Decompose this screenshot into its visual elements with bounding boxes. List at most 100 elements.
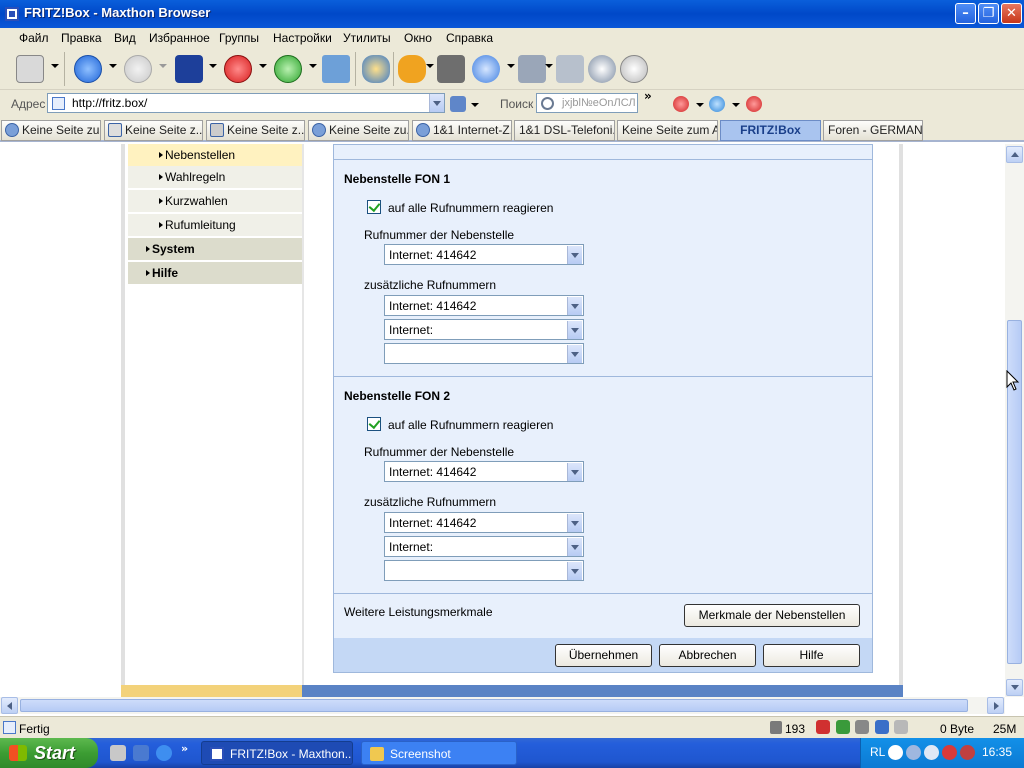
tab-4[interactable]: Keine Seite zu... [308,120,409,141]
chevron-down-icon[interactable] [109,64,117,68]
back-icon[interactable] [74,55,102,83]
quicklaunch-ie-icon[interactable] [156,745,172,761]
home-icon[interactable] [322,55,350,83]
tray-arrow-icon[interactable] [888,745,903,760]
chevron-down-icon[interactable] [567,321,582,339]
tray-volume-icon[interactable] [924,745,939,760]
features-button[interactable]: Merkmale der Nebenstellen [684,604,860,627]
fon1-all-numbers-checkbox[interactable] [367,200,381,214]
proxy-icon[interactable] [472,55,500,83]
address-input[interactable]: http://fritz.box/ [47,93,445,113]
tab-2[interactable]: Keine Seite z... [104,120,203,141]
minimize-button[interactable]: – [955,3,976,24]
chevron-down-icon[interactable] [507,64,515,68]
status-security-icon[interactable] [836,720,850,734]
chevron-down-icon[interactable] [567,297,582,315]
quicklaunch-more-icon[interactable]: » [181,742,188,755]
scroll-left-icon[interactable] [1,697,18,714]
timer-icon[interactable] [620,55,648,83]
nav-item-kurzwahlen[interactable]: Kurzwahlen [128,190,302,212]
menu-tools[interactable]: Утилиты [343,31,391,45]
horizontal-scroll-thumb[interactable] [20,699,968,712]
tab-1[interactable]: Keine Seite zu... [1,120,101,141]
chevron-down-icon[interactable] [545,64,553,68]
scroll-right-icon[interactable] [987,697,1004,714]
chevron-down-icon[interactable] [696,103,704,107]
fon2-extra-select-2[interactable]: Internet: [384,536,584,557]
menu-file[interactable]: Файл [19,31,49,45]
chevron-down-icon[interactable] [567,463,582,481]
refresh-icon[interactable] [274,55,302,83]
close-tabs-icon[interactable] [175,55,203,83]
fon1-number-select[interactable]: Internet: 414642 [384,244,584,265]
fon2-extra-select-1[interactable]: Internet: 414642 [384,512,584,533]
chevron-down-icon[interactable] [567,538,582,556]
trash-icon[interactable] [770,721,782,734]
screenshot-icon[interactable] [437,55,465,83]
tab-9[interactable]: Foren - GERMAN... [823,120,923,141]
chevron-down-icon[interactable] [471,103,479,107]
scroll-up-icon[interactable] [1006,146,1023,163]
chevron-down-icon[interactable] [159,64,167,68]
quicklaunch-browser-icon[interactable] [133,745,149,761]
chevron-down-icon[interactable] [51,64,59,68]
gear-icon[interactable] [588,55,616,83]
chevron-down-icon[interactable] [732,103,740,107]
taskbar-item-browser[interactable]: FRITZ!Box - Maxthon... [201,741,353,765]
address-dropdown-icon[interactable] [429,94,444,112]
start-button[interactable]: Start [0,738,98,768]
address-url[interactable]: http://fritz.box/ [72,96,147,110]
popup-icon[interactable] [709,96,725,112]
help-button[interactable]: Hilfe [763,644,860,667]
tray-shield-icon[interactable] [942,745,957,760]
language-indicator[interactable]: RL [870,745,885,759]
status-ad-icon[interactable] [816,720,830,734]
menu-groups[interactable]: Группы [219,31,259,45]
hint-icon[interactable] [362,55,390,83]
fon2-all-numbers-checkbox[interactable] [367,417,381,431]
nav-item-rufumleitung[interactable]: Rufumleitung [128,214,302,236]
cancel-button[interactable]: Abbrechen [659,644,756,667]
tray-network-icon[interactable] [906,745,921,760]
more-icon[interactable]: » [644,89,652,103]
fon1-extra-select-1[interactable]: Internet: 414642 [384,295,584,316]
nav-item-nebenstellen[interactable]: Nebenstellen [128,144,302,166]
apply-button[interactable]: Übernehmen [555,644,652,667]
status-lock-icon[interactable] [855,720,869,734]
chevron-down-icon[interactable] [567,345,582,363]
nav-item-system[interactable]: System [128,238,302,260]
fon1-extra-select-3[interactable] [384,343,584,364]
close-all-icon[interactable] [746,96,762,112]
fon1-extra-select-2[interactable]: Internet: [384,319,584,340]
menu-window[interactable]: Окно [404,31,432,45]
tab-6[interactable]: 1&1 DSL-Telefoni... [514,120,615,141]
taskbar-item-screenshot[interactable]: Screenshot [361,741,517,765]
chevron-down-icon[interactable] [209,64,217,68]
tab-7[interactable]: Keine Seite zum A... [617,120,718,141]
menu-settings[interactable]: Настройки [273,31,332,45]
chevron-down-icon[interactable] [567,246,582,264]
chevron-down-icon[interactable] [567,514,582,532]
quicklaunch-tool-icon[interactable] [110,745,126,761]
tray-alert-icon[interactable] [960,745,975,760]
tab-3[interactable]: Keine Seite z... [206,120,305,141]
tab-5[interactable]: 1&1 Internet-Z... [412,120,512,141]
new-tab-icon[interactable] [16,55,44,83]
menu-help[interactable]: Справка [446,31,493,45]
menu-edit[interactable]: Правка [61,31,102,45]
nav-item-wahlregeln[interactable]: Wahlregeln [128,166,302,188]
search-query[interactable]: jxjbl№eOnЛСЛ [562,97,636,109]
tools-icon[interactable] [518,55,546,83]
tab-fritzbox[interactable]: FRITZ!Box [720,120,821,141]
menu-view[interactable]: Вид [114,31,136,45]
alpha-icon[interactable] [398,55,426,83]
go-icon[interactable] [450,96,466,112]
search-input[interactable]: jxjbl№eOnЛСЛ [536,93,638,113]
close-button[interactable]: ✕ [1001,3,1022,24]
clock[interactable]: 16:35 [982,745,1012,759]
scroll-down-icon[interactable] [1006,679,1023,696]
chevron-down-icon[interactable] [309,64,317,68]
status-proxy-icon[interactable] [875,720,889,734]
stop-icon[interactable] [224,55,252,83]
clipboard-icon[interactable] [556,55,584,83]
